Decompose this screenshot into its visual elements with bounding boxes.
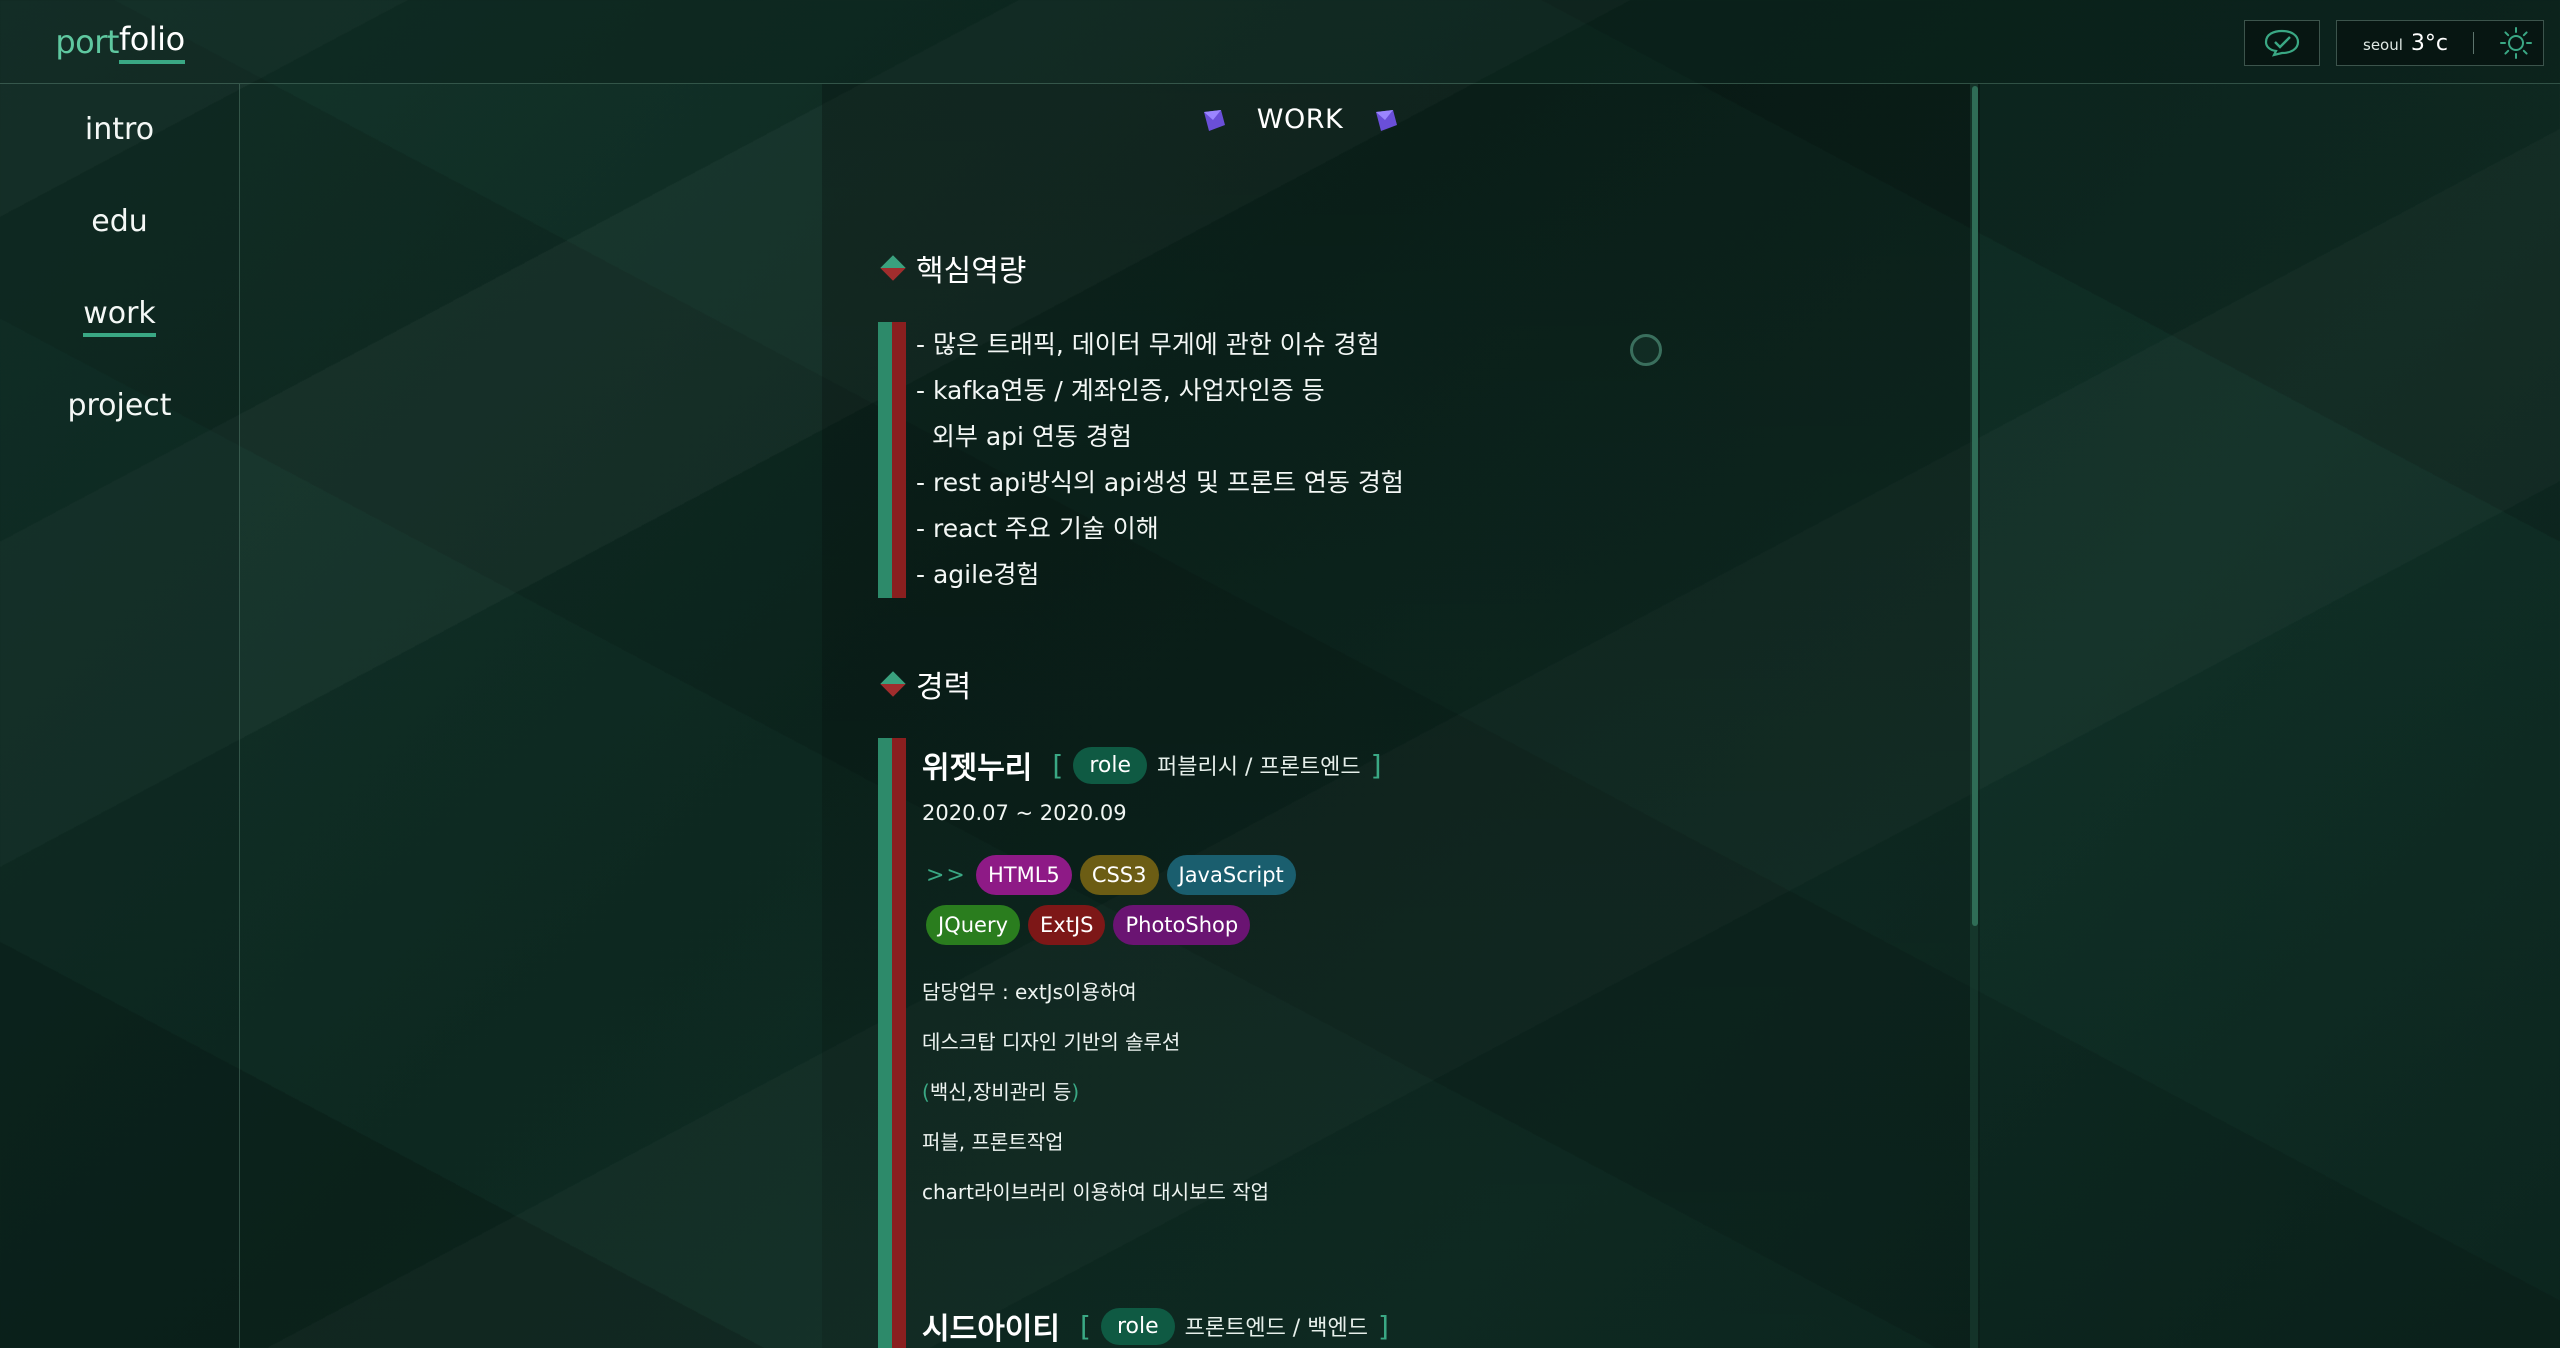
top-right-controls: seoul 3°c [2244,20,2544,66]
arrow-icon: >> [926,862,967,888]
logo-part-folio: folio [118,20,185,64]
section-title: WORK [1256,104,1344,135]
role-badge: role [1100,1307,1175,1345]
top-bar: port folio seoul 3°c [0,0,2560,84]
role-text: 프론트엔드 / 백엔드 [1184,1316,1368,1341]
job-description: 담당업무 : extJs이용하여 데스크탑 디자인 기반의 솔루션 (백신,장비… [922,967,1382,1217]
role-text: 퍼블리시 / 프론트엔드 [1157,755,1361,780]
tech-tag: HTML5 [976,855,1072,895]
nav-label: edu [91,204,148,239]
chat-check-icon [2264,29,2300,57]
desc-line: 데스크탑 디자인 기반의 솔루션 [922,1030,1181,1054]
gem-icon-right [1376,109,1398,131]
role-group: [ role 퍼블리시 / 프론트엔드 ] [1052,746,1382,784]
paren-open: ( [922,1080,930,1104]
competency-accent-bar [878,322,906,598]
nav-item-intro[interactable]: intro [0,84,239,176]
role-group: [ role 프론트엔드 / 백엔드 ] [1080,1307,1389,1345]
tech-tag: JQuery [926,905,1021,945]
competency-heading: 핵심역량 [880,246,1027,290]
bracket-open: [ [1052,748,1064,782]
competency-heading-text: 핵심역량 [916,254,1027,289]
tech-tag: CSS3 [1079,855,1159,895]
competency-list: - 많은 트래픽, 데이터 무게에 관한 이슈 경험 - kafka연동 / 계… [916,322,1404,598]
bracket-close: ] [1370,748,1382,782]
list-item: - 많은 트래픽, 데이터 무게에 관한 이슈 경험 [916,330,1380,359]
bracket-open: [ [1080,1309,1091,1343]
weather-divider [2473,32,2474,54]
tech-tag: PhotoShop [1113,905,1251,945]
list-item: 외부 api 연동 경험 [916,422,1132,451]
career-heading-text: 경력 [916,670,972,705]
weather-temp: 3°c [2410,30,2448,56]
nav-label: work [83,296,156,337]
list-item: - kafka연동 / 계좌인증, 사업자인증 등 [916,376,1325,405]
nav-item-work[interactable]: work [0,268,239,360]
list-item: - rest api방식의 api생성 및 프론트 연동 경험 [916,468,1404,497]
desc-text: 백신,장비관리 등 [929,1080,1072,1104]
tech-tags: >> HTML5 CSS3 JavaScript JQuery ExtJS Ph… [922,855,1382,945]
weather-city: seoul [2363,35,2403,54]
sidebar-nav: intro edu work project [0,84,240,1348]
nav-item-project[interactable]: project [0,360,239,452]
job-entry-seedit: 시드아이티 [ role 프론트엔드 / 백엔드 ] [922,1302,1389,1348]
custom-cursor [1630,334,1662,366]
chat-button[interactable] [2244,20,2320,66]
weather-text: seoul 3°c [2363,31,2448,56]
sun-icon[interactable] [2499,26,2533,60]
bracket-close: ] [1377,1309,1389,1343]
tag-row-2: JQuery ExtJS PhotoShop [922,905,1382,945]
weather-widget: seoul 3°c [2336,20,2544,66]
desc-line: 퍼블, 프론트작업 [922,1130,1064,1154]
diamond-icon [880,671,906,697]
company-name: 시드아이티 [922,1312,1060,1347]
career-accent-bar [878,738,906,1348]
duty-line: 담당업무 : extJs이용하여 [922,980,1137,1004]
list-item: - react 주요 기술 이해 [916,514,1159,543]
nav-label: project [67,388,172,423]
job-entry-widgetnuri: 위젯누리 [ role 퍼블리시 / 프론트엔드 ] 2020.07 ~ 202… [922,741,1382,1217]
desc-line: chart라이브러리 이용하여 대시보드 작업 [922,1180,1270,1204]
tag-row-1: >> HTML5 CSS3 JavaScript [922,855,1382,895]
company-name: 위젯누리 [922,751,1033,786]
tech-tag: JavaScript [1166,855,1296,895]
section-header: WORK [1200,104,1400,135]
logo-part-port: port [55,23,119,61]
nav-label: intro [84,112,155,147]
role-badge: role [1073,746,1148,784]
paren-close: ) [1071,1080,1080,1104]
logo[interactable]: port folio [0,0,240,84]
list-item: - agile경험 [916,560,1040,589]
job-header: 위젯누리 [ role 퍼블리시 / 프론트엔드 ] [922,741,1382,789]
nav-item-edu[interactable]: edu [0,176,239,268]
job-period: 2020.07 ~ 2020.09 [922,801,1127,825]
desc-line: (백신,장비관리 등) [922,1067,1382,1117]
diamond-icon [880,255,906,281]
gem-icon-left [1203,109,1225,131]
tech-tag: ExtJS [1028,905,1106,945]
job-header: 시드아이티 [ role 프론트엔드 / 백엔드 ] [922,1302,1389,1348]
career-heading: 경력 [880,662,972,706]
scrollbar-thumb[interactable] [1972,86,1978,926]
